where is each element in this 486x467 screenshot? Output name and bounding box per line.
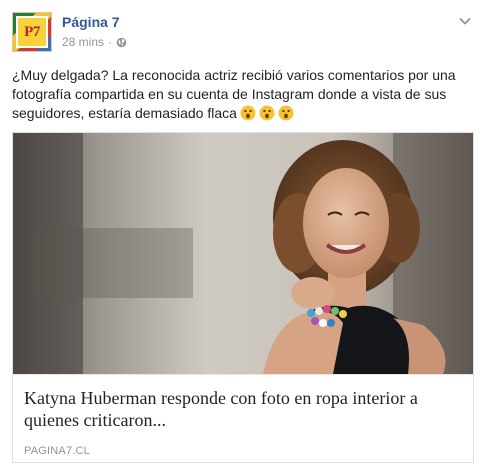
page-avatar[interactable]: P7 xyxy=(12,12,52,52)
meta-separator: · xyxy=(108,35,113,49)
surprised-face-emoji xyxy=(259,105,275,121)
page-name-link[interactable]: Página 7 xyxy=(62,14,120,30)
link-preview-domain: PAGINA7.CL xyxy=(24,445,90,457)
surprised-face-emoji xyxy=(240,105,256,121)
post-message-text: ¿Muy delgada? La reconocida actriz recib… xyxy=(12,67,456,121)
page-logo: P7 xyxy=(16,16,48,48)
post-header: P7 Página 7 28 mins · xyxy=(12,12,474,56)
woman-portrait-photo xyxy=(13,133,473,374)
chevron-down-icon[interactable] xyxy=(458,14,472,28)
facebook-post: P7 Página 7 28 mins · ¿Muy delgada? La r… xyxy=(0,0,486,467)
link-preview-title[interactable]: Katyna Huberman responde con foto en rop… xyxy=(24,387,464,431)
post-message: ¿Muy delgada? La reconocida actriz recib… xyxy=(12,66,474,123)
link-preview-image[interactable] xyxy=(13,133,473,374)
link-preview-card[interactable]: Katyna Huberman responde con foto en rop… xyxy=(12,132,474,463)
link-preview-info[interactable]: Katyna Huberman responde con foto en rop… xyxy=(13,374,473,462)
post-meta: 28 mins · xyxy=(62,35,127,49)
surprised-face-emoji xyxy=(278,105,294,121)
page-logo-text: P7 xyxy=(24,23,40,40)
globe-icon xyxy=(116,37,127,47)
post-timestamp[interactable]: 28 mins xyxy=(62,35,104,49)
